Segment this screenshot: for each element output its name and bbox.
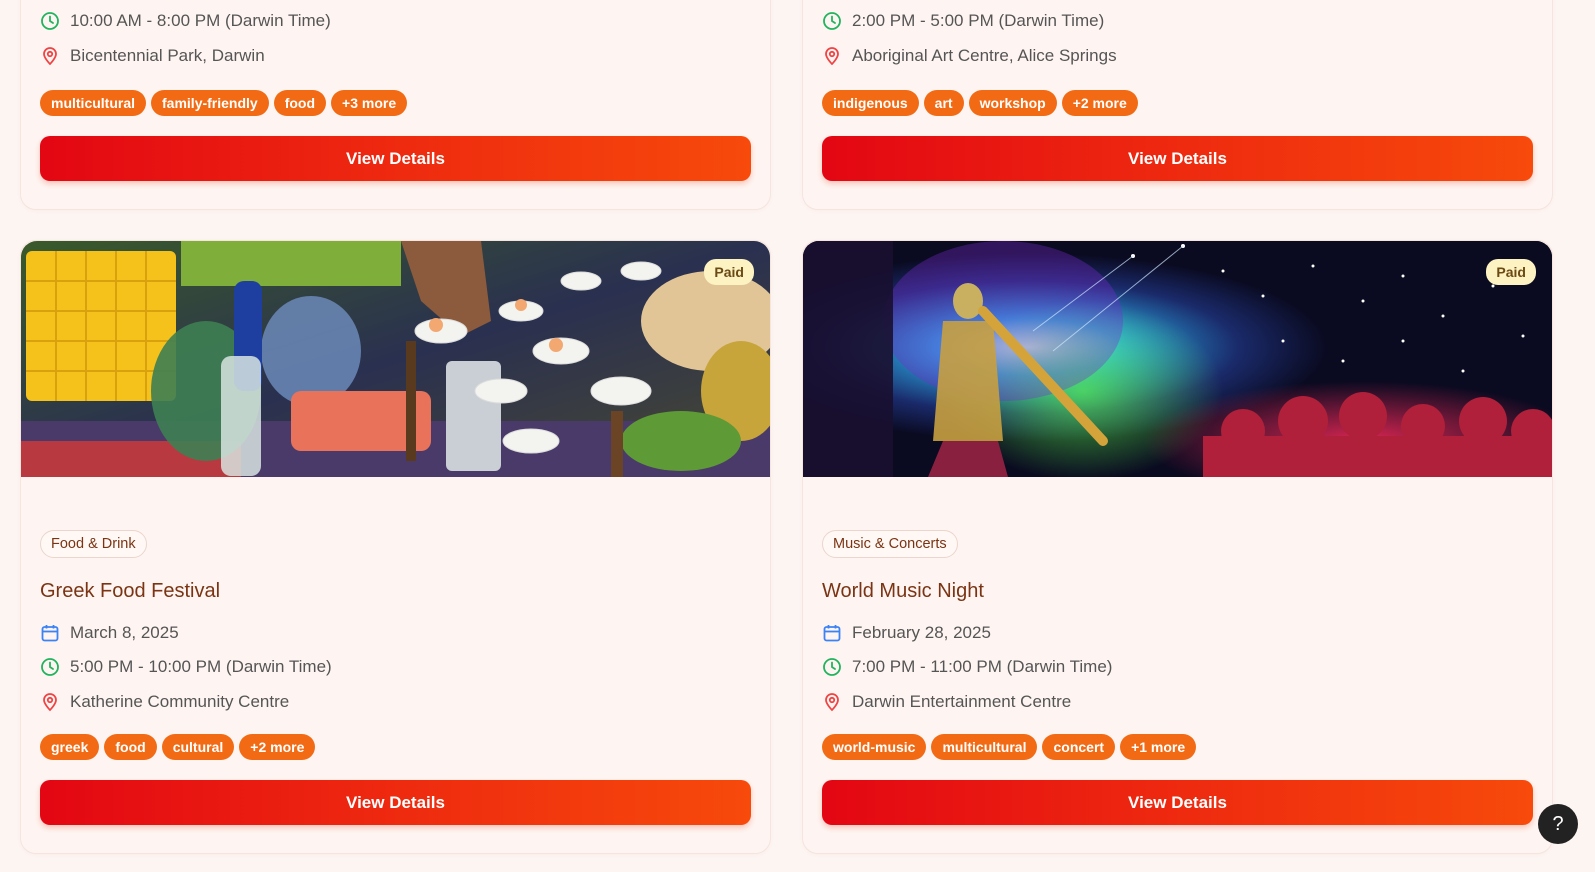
event-card: Paid Music & Concerts World Music Night … <box>802 240 1553 854</box>
map-pin-icon <box>822 692 842 712</box>
tag[interactable]: greek <box>40 734 100 760</box>
tag-list: multicultural family-friendly food +3 mo… <box>40 90 408 116</box>
clock-icon <box>40 657 60 677</box>
paid-badge: Paid <box>704 259 754 285</box>
events-grid: 10:00 AM - 8:00 PM (Darwin Time) Bicente… <box>0 0 1595 872</box>
event-time: 2:00 PM - 5:00 PM (Darwin Time) <box>852 11 1105 30</box>
event-card: 2:00 PM - 5:00 PM (Darwin Time) Aborigin… <box>802 0 1553 210</box>
event-image[interactable]: Paid <box>803 241 1552 477</box>
clock-icon <box>822 657 842 677</box>
more-tags[interactable]: +2 more <box>239 734 316 760</box>
time-row: 5:00 PM - 10:00 PM (Darwin Time) <box>40 657 332 677</box>
view-details-button[interactable]: View Details <box>40 780 751 825</box>
concert-stage-photo <box>803 241 1552 477</box>
view-details-button[interactable]: View Details <box>822 780 1533 825</box>
paid-badge: Paid <box>1486 259 1536 285</box>
category-badge: Food & Drink <box>40 530 147 558</box>
tag-list: greek food cultural +2 more <box>40 734 316 760</box>
event-title[interactable]: World Music Night <box>822 580 984 603</box>
tag[interactable]: art <box>923 90 964 116</box>
tag[interactable]: cultural <box>161 734 235 760</box>
food-market-photo <box>21 241 770 477</box>
time-row: 7:00 PM - 11:00 PM (Darwin Time) <box>822 657 1112 677</box>
tag[interactable]: multicultural <box>931 734 1038 760</box>
view-details-button[interactable]: View Details <box>822 136 1533 181</box>
event-time: 7:00 PM - 11:00 PM (Darwin Time) <box>852 657 1113 676</box>
help-button[interactable]: ? <box>1538 804 1578 844</box>
event-date: March 8, 2025 <box>70 623 179 642</box>
event-location: Darwin Entertainment Centre <box>852 692 1072 711</box>
event-location: Bicentennial Park, Darwin <box>70 46 265 65</box>
date-row: February 28, 2025 <box>822 623 991 643</box>
view-details-button[interactable]: View Details <box>40 136 751 181</box>
category-badge: Music & Concerts <box>822 530 958 558</box>
calendar-icon <box>822 623 842 643</box>
calendar-icon <box>40 623 60 643</box>
event-title[interactable]: Greek Food Festival <box>40 580 220 603</box>
time-row: 10:00 AM - 8:00 PM (Darwin Time) <box>40 11 331 31</box>
location-row: Bicentennial Park, Darwin <box>40 46 265 66</box>
more-tags[interactable]: +3 more <box>331 90 408 116</box>
event-image[interactable]: Paid <box>21 241 770 477</box>
map-pin-icon <box>822 46 842 66</box>
tag[interactable]: concert <box>1042 734 1116 760</box>
clock-icon <box>822 11 842 31</box>
event-date: February 28, 2025 <box>852 623 991 642</box>
event-time: 10:00 AM - 8:00 PM (Darwin Time) <box>70 11 331 30</box>
more-tags[interactable]: +2 more <box>1061 90 1138 116</box>
time-row: 2:00 PM - 5:00 PM (Darwin Time) <box>822 11 1104 31</box>
date-row: March 8, 2025 <box>40 623 179 643</box>
map-pin-icon <box>40 692 60 712</box>
location-row: Aboriginal Art Centre, Alice Springs <box>822 46 1117 66</box>
tag[interactable]: indigenous <box>822 90 919 116</box>
event-card: Paid Food & Drink Greek Food Festival Ma… <box>20 240 771 854</box>
event-card: 10:00 AM - 8:00 PM (Darwin Time) Bicente… <box>20 0 771 210</box>
tag[interactable]: family-friendly <box>151 90 269 116</box>
tag-list: indigenous art workshop +2 more <box>822 90 1138 116</box>
tag[interactable]: food <box>104 734 157 760</box>
tag[interactable]: multicultural <box>40 90 147 116</box>
location-row: Darwin Entertainment Centre <box>822 692 1071 712</box>
tag-list: world-music multicultural concert +1 mor… <box>822 734 1197 760</box>
map-pin-icon <box>40 46 60 66</box>
event-location: Aboriginal Art Centre, Alice Springs <box>852 46 1117 65</box>
more-tags[interactable]: +1 more <box>1120 734 1197 760</box>
event-location: Katherine Community Centre <box>70 692 290 711</box>
clock-icon <box>40 11 60 31</box>
tag[interactable]: world-music <box>822 734 927 760</box>
event-time: 5:00 PM - 10:00 PM (Darwin Time) <box>70 657 332 676</box>
tag[interactable]: workshop <box>968 90 1057 116</box>
tag[interactable]: food <box>273 90 327 116</box>
location-row: Katherine Community Centre <box>40 692 289 712</box>
